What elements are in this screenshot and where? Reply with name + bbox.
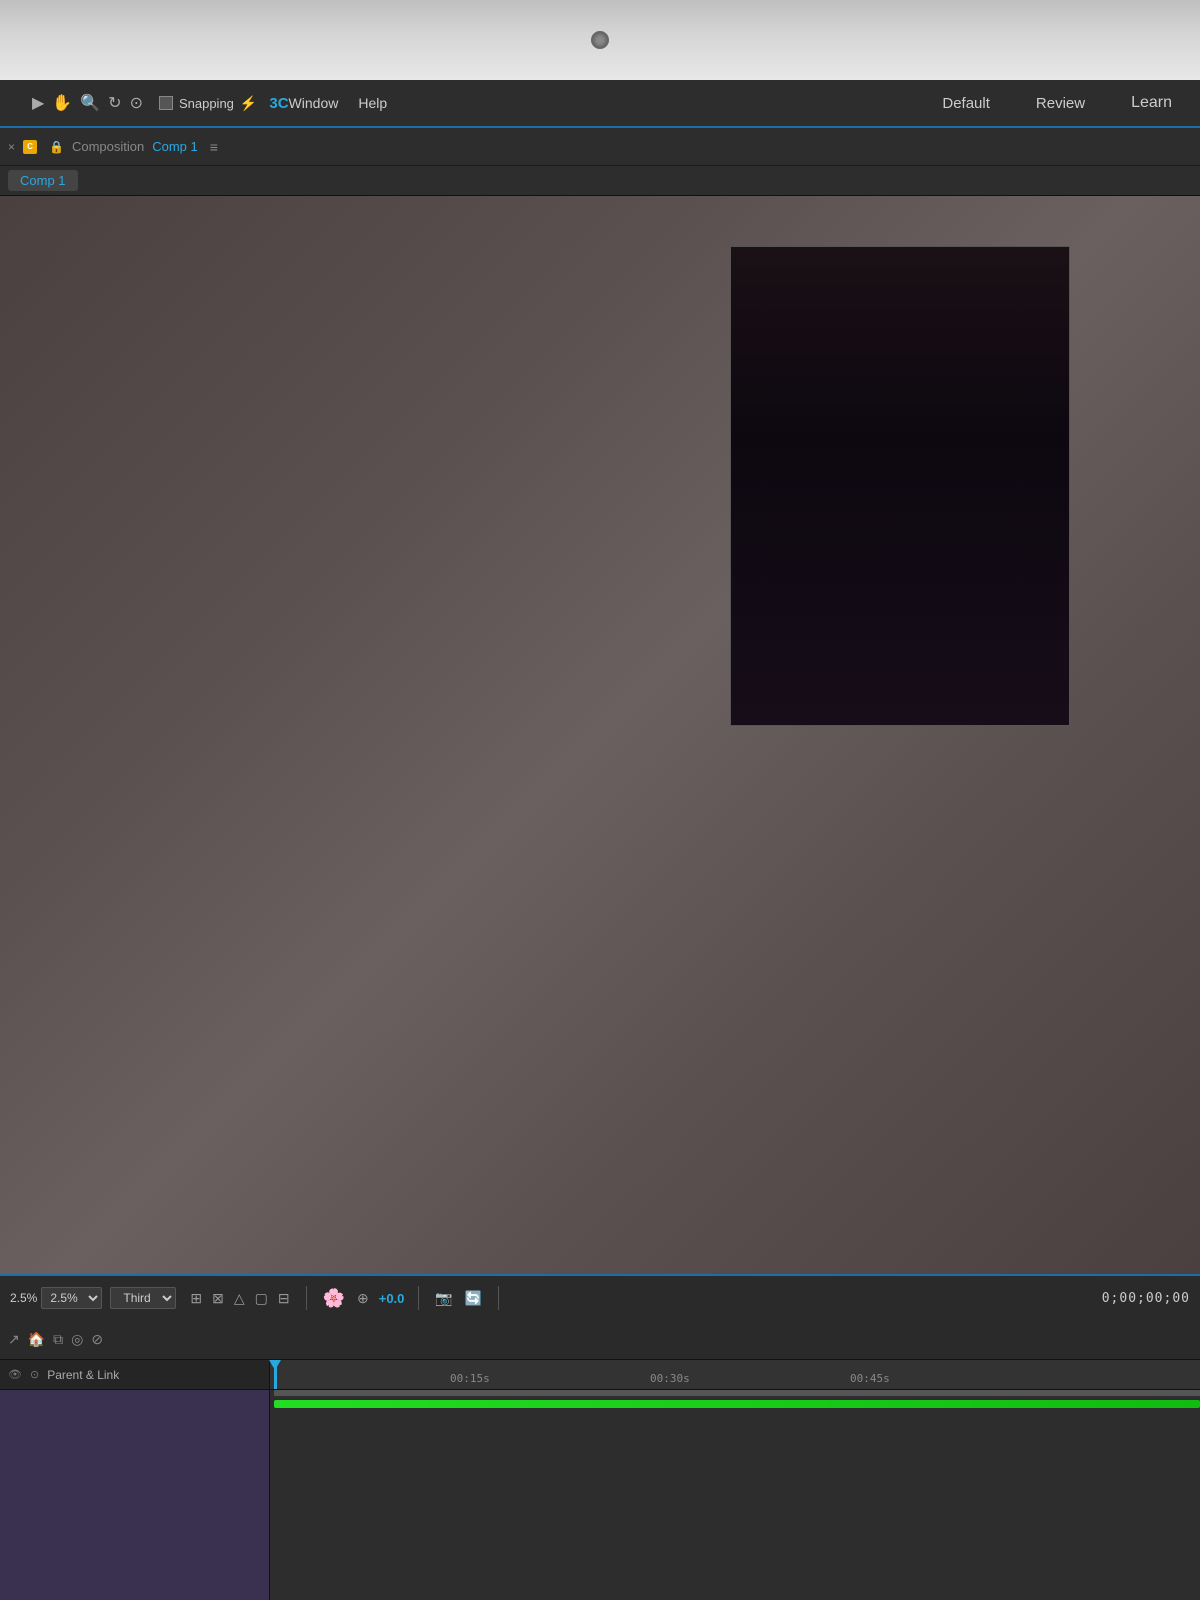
zoom-value: 2.5% <box>10 1291 37 1305</box>
snap-checkbox[interactable] <box>159 96 173 110</box>
time-ruler-panel: 00:15s 00:30s 00:45s <box>270 1360 1200 1600</box>
time-marker-45s: 00:45s <box>850 1372 890 1385</box>
workspace-default[interactable]: Default <box>934 91 998 116</box>
viewer-controls: 2.5% 2.5% 50% 100% Third ⊞ ⊠ △ ▢ ⊟ 🌸 ⊕ +… <box>0 1274 1200 1320</box>
playhead-head <box>269 1360 281 1370</box>
toolbar-icons: ▶ ✋ 🔍 ↻ ⊙ <box>32 93 143 113</box>
viewer-icon-group: ⊞ ⊠ △ ▢ ⊟ <box>188 1288 291 1309</box>
viewer-area <box>0 196 1200 1274</box>
zoom-control: 2.5% 2.5% 50% 100% <box>10 1287 102 1309</box>
lock-icon: 🔒 <box>49 140 64 154</box>
comp-tab-label: Composition <box>72 139 144 154</box>
layer-header: 👁 ⊙ Parent & Link <box>0 1360 269 1390</box>
parent-link-label: Parent & Link <box>47 1368 119 1382</box>
zoom-dropdown[interactable]: 2.5% 50% 100% <box>41 1287 102 1309</box>
zoom-tool-icon[interactable]: 🔍 <box>80 93 100 113</box>
view-dropdown[interactable]: Third <box>110 1287 176 1309</box>
exposure-value: +0.0 <box>379 1291 405 1306</box>
composition-canvas <box>730 246 1070 726</box>
exposure-icon[interactable]: ⊕ <box>355 1288 371 1309</box>
divider-3 <box>498 1286 499 1310</box>
snapshot-icon[interactable]: ⊠ <box>210 1288 226 1309</box>
layer-eye-icon[interactable]: 👁 <box>8 1368 22 1381</box>
comp-name-tab: Comp 1 <box>0 166 1200 196</box>
divider-1 <box>306 1286 307 1310</box>
timeline-3d-icon[interactable]: ⊘ <box>91 1331 103 1348</box>
work-area-bar[interactable] <box>274 1390 1200 1396</box>
time-marker-30s: 00:30s <box>650 1372 690 1385</box>
selection-tool-icon[interactable]: ▶ <box>32 93 44 113</box>
active-comp-pill[interactable]: Comp 1 <box>8 170 78 191</box>
timeline-collapse-icon[interactable]: ↗ <box>8 1331 20 1348</box>
timeline-solo-icon[interactable]: ◎ <box>71 1331 83 1348</box>
workspace-tabs: Default Review Learn <box>934 90 1180 116</box>
menu-bar: ▶ ✋ 🔍 ↻ ⊙ Snapping ⚡ 3C Window Help Defa… <box>0 80 1200 128</box>
time-marker-15s: 00:15s <box>450 1372 490 1385</box>
layer-panel: 👁 ⊙ Parent & Link <box>0 1360 270 1600</box>
threed-label: 3C <box>269 95 288 112</box>
timecode-display[interactable]: 0;00;00;00 <box>1102 1291 1190 1306</box>
layer-content-area <box>0 1390 269 1600</box>
timeline-duplicate-icon[interactable]: ⧉ <box>53 1331 63 1348</box>
menu-item-window[interactable]: Window <box>289 95 339 111</box>
comp-menu-icon[interactable]: ≡ <box>210 139 218 155</box>
workspace-review[interactable]: Review <box>1028 91 1093 116</box>
layer-solo-icon[interactable]: ⊙ <box>30 1368 39 1381</box>
camera-icon[interactable]: 📷 <box>433 1288 454 1309</box>
hand-tool-icon[interactable]: ✋ <box>52 93 72 113</box>
rotate-tool-icon[interactable]: ↻ <box>108 93 121 113</box>
time-track-area <box>270 1390 1200 1600</box>
snap-icon: ⚡ <box>240 95 257 112</box>
time-playhead[interactable] <box>274 1360 277 1389</box>
comp-icon: C <box>23 140 37 154</box>
timeline-header: ↗ 🏠 ⧉ ◎ ⊘ <box>0 1320 1200 1360</box>
color-management-icon[interactable]: 🌸 <box>321 1286 347 1311</box>
comp-tab-name[interactable]: Comp 1 <box>152 139 198 154</box>
active-comp-name: Comp 1 <box>20 173 66 188</box>
timeline-add-layer-icon[interactable]: 🏠 <box>28 1331 45 1348</box>
close-comp-tab-button[interactable]: × <box>8 140 15 154</box>
timeline-panel: ↗ 🏠 ⧉ ◎ ⊘ 👁 ⊙ Parent & Link <box>0 1320 1200 1600</box>
grid-icon[interactable]: △ <box>232 1288 247 1309</box>
menu-item-help[interactable]: Help <box>358 95 387 111</box>
ae-application: ▶ ✋ 🔍 ↻ ⊙ Snapping ⚡ 3C Window Help Defa… <box>0 80 1200 1600</box>
safe-zones-icon[interactable]: ▢ <box>253 1288 270 1309</box>
3d-draft-icon[interactable]: ⊟ <box>276 1288 292 1309</box>
comp-tab-bar: × C 🔒 Composition Comp 1 ≡ <box>0 128 1200 166</box>
workspace-learn[interactable]: Learn <box>1123 90 1180 116</box>
time-ruler: 00:15s 00:30s 00:45s <box>270 1360 1200 1390</box>
camera-tool-icon[interactable]: ⊙ <box>130 93 143 113</box>
snapping-label: Snapping <box>179 96 234 111</box>
motion-blur-icon[interactable]: 🔄 <box>463 1288 484 1309</box>
fit-viewer-icon[interactable]: ⊞ <box>188 1288 204 1309</box>
divider-2 <box>418 1286 419 1310</box>
snapping-area: Snapping ⚡ 3C <box>159 95 289 112</box>
timeline-body: 👁 ⊙ Parent & Link 00:15s 00:30s 00:45s <box>0 1360 1200 1600</box>
camera-dot <box>591 31 609 49</box>
camera-bezel <box>0 0 1200 80</box>
green-layer-track[interactable] <box>274 1400 1200 1408</box>
